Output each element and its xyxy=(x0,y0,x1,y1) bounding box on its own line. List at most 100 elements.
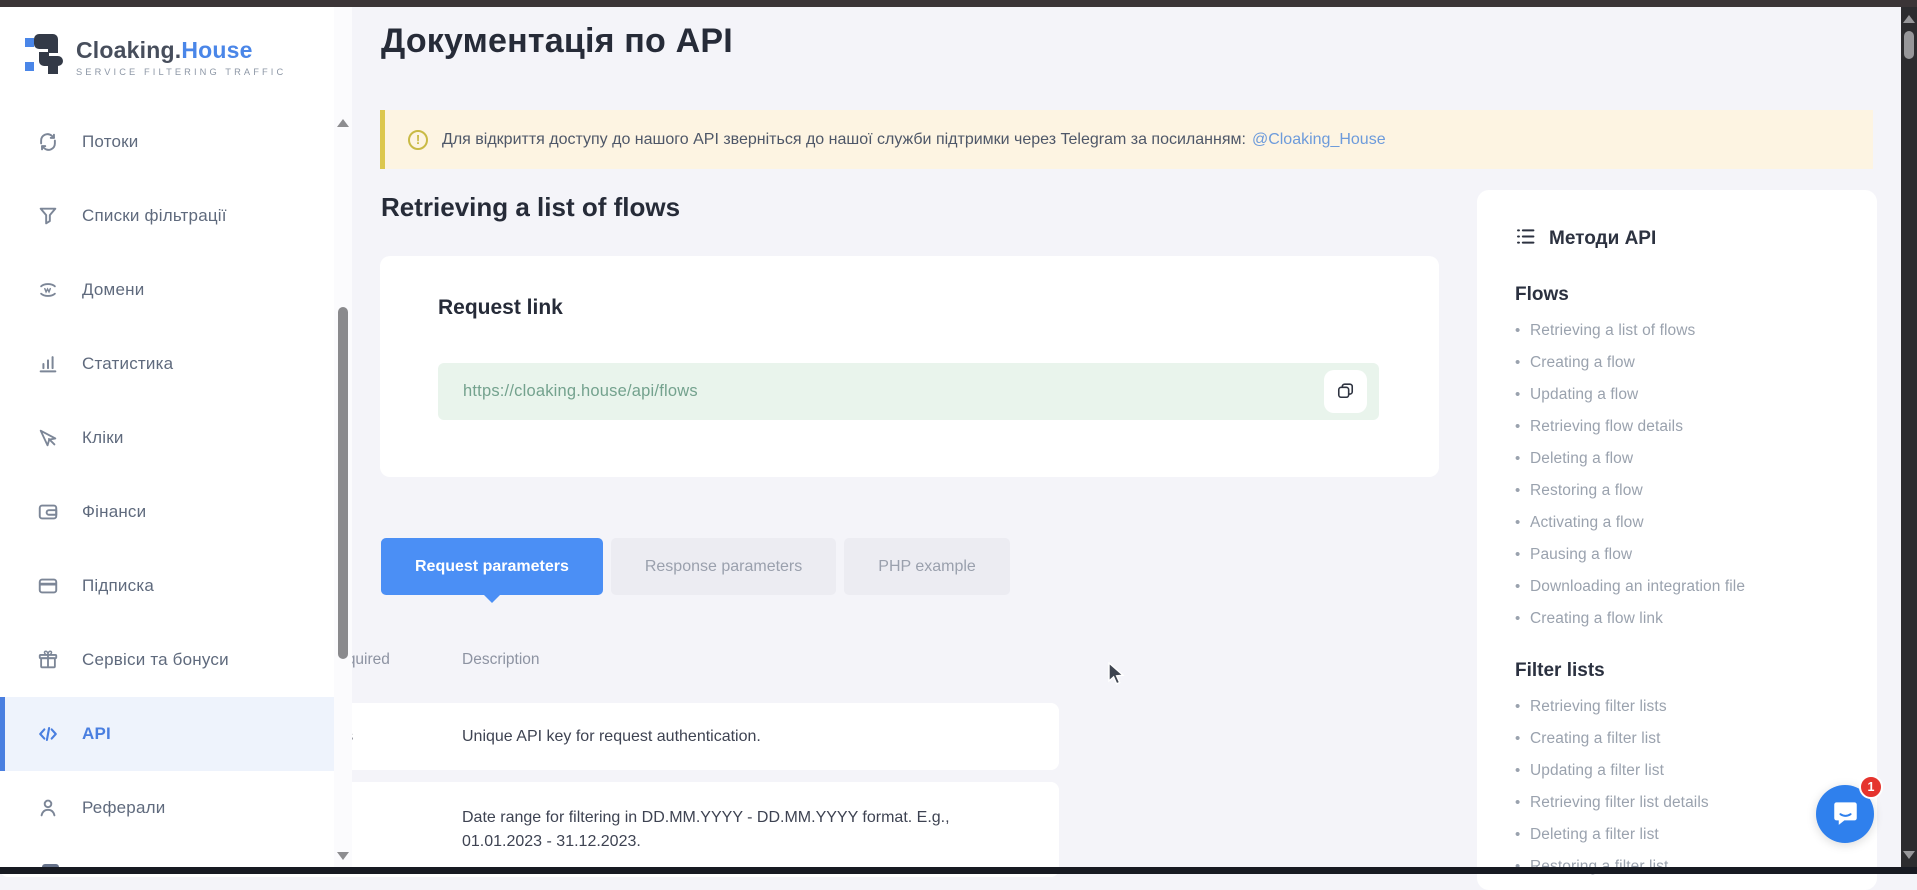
methods-sections: Flows•Retrieving a list of flows•Creatin… xyxy=(1515,284,1847,876)
method-link-item[interactable]: •Retrieving filter list details xyxy=(1515,794,1847,812)
scroll-down-arrow-icon[interactable] xyxy=(1903,851,1915,859)
logo-text: Cloaking.House SERVICE FILTERING TRAFFIC xyxy=(76,37,286,77)
bullet-icon: • xyxy=(1515,482,1530,500)
method-link-item[interactable]: •Retrieving flow details xyxy=(1515,418,1847,436)
sidebar-item-filter-lists[interactable]: Списки фільтрації xyxy=(0,179,334,253)
sidebar-item-subscription[interactable]: Підписка xyxy=(0,549,334,623)
sidebar-item-api[interactable]: API xyxy=(0,697,334,771)
user-icon xyxy=(37,797,59,819)
bullet-icon: • xyxy=(1515,418,1530,436)
method-link-label: Creating a flow xyxy=(1530,354,1635,372)
methods-section-title: Filter lists xyxy=(1515,660,1847,682)
request-url-field[interactable]: https://cloaking.house/api/flows xyxy=(438,363,1379,420)
method-link-item[interactable]: •Deleting a flow xyxy=(1515,450,1847,468)
sidebar-scroll-down-arrow-icon[interactable] xyxy=(337,852,349,860)
method-link-item[interactable]: •Retrieving a list of flows xyxy=(1515,322,1847,340)
method-link-label: Retrieving flow details xyxy=(1530,418,1683,436)
tab-response-parameters[interactable]: Response parameters xyxy=(611,538,836,595)
bullet-icon: • xyxy=(1515,762,1530,780)
sidebar-item-label: Сервіси та бонуси xyxy=(82,650,229,670)
sidebar-item-label: Домени xyxy=(82,280,144,300)
column-header: Description xyxy=(462,651,1059,669)
sidebar-item-label: Реферали xyxy=(82,798,165,818)
app-root: { "sidebar": { "logo": { "brand_primary"… xyxy=(0,0,1917,874)
globe-icon xyxy=(37,279,59,301)
tab-php-example[interactable]: PHP example xyxy=(844,538,1010,595)
code-icon xyxy=(37,723,59,745)
cell-description: Unique API key for request authenticatio… xyxy=(462,725,982,749)
bullet-icon: • xyxy=(1515,546,1530,564)
logo[interactable]: Cloaking.House SERVICE FILTERING TRAFFIC xyxy=(24,31,286,82)
info-banner: ! Для відкриття доступу до нашого API зв… xyxy=(380,110,1873,169)
method-link-item[interactable]: •Creating a flow xyxy=(1515,354,1847,372)
tab-request-parameters[interactable]: Request parameters xyxy=(381,538,603,595)
method-link-item[interactable]: •Updating a flow xyxy=(1515,386,1847,404)
cursor-icon xyxy=(37,427,59,449)
sidebar-scroll-up-arrow-icon[interactable] xyxy=(337,119,349,127)
method-link-item[interactable]: •Retrieving filter lists xyxy=(1515,698,1847,716)
sidebar-item-label: Списки фільтрації xyxy=(82,206,227,226)
method-link-item[interactable]: •Updating a filter list xyxy=(1515,762,1847,780)
sidebar-item-clicks[interactable]: Кліки xyxy=(0,401,334,475)
methods-panel-header: Методи API xyxy=(1515,226,1847,252)
copy-icon xyxy=(1336,381,1355,403)
request-url-text: https://cloaking.house/api/flows xyxy=(463,382,698,401)
sidebar-item-finance[interactable]: Фінанси xyxy=(0,475,334,549)
request-link-card: Request link https://cloaking.house/api/… xyxy=(380,256,1439,477)
bullet-icon: • xyxy=(1515,610,1530,628)
page-scrollbar[interactable] xyxy=(1901,7,1917,867)
sidebar-item-flows[interactable]: Потоки xyxy=(0,105,334,179)
methods-panel-title: Методи API xyxy=(1549,228,1656,250)
mouse-cursor xyxy=(1106,662,1128,691)
card-icon xyxy=(37,575,59,597)
method-link-label: Restoring a flow xyxy=(1530,482,1643,500)
filter-icon xyxy=(37,205,59,227)
bullet-icon: • xyxy=(1515,794,1530,812)
brand-accent: House xyxy=(181,37,252,63)
bullet-icon: • xyxy=(1515,578,1530,596)
request-link-title: Request link xyxy=(438,296,563,320)
bullet-icon: • xyxy=(1515,354,1530,372)
method-link-label: Downloading an integration file xyxy=(1530,578,1745,596)
banner-text: Для відкриття доступу до нашого API звер… xyxy=(442,131,1386,149)
page-scrollbar-thumb[interactable] xyxy=(1904,31,1914,59)
bar-chart-icon xyxy=(37,353,59,375)
chat-badge: 1 xyxy=(1859,775,1883,799)
telegram-link[interactable]: @Cloaking_House xyxy=(1252,131,1386,148)
sidebar-item-statistics[interactable]: Статистика xyxy=(0,327,334,401)
method-link-item[interactable]: •Creating a filter list xyxy=(1515,730,1847,748)
method-link-label: Updating a flow xyxy=(1530,386,1638,404)
tabs: Request parametersResponse parametersPHP… xyxy=(381,538,1010,595)
sidebar: Cloaking.House SERVICE FILTERING TRAFFIC… xyxy=(0,7,352,867)
sidebar-item-referrals[interactable]: Реферали xyxy=(0,771,334,845)
method-link-label: Creating a flow link xyxy=(1530,610,1663,628)
method-link-item[interactable]: •Restoring a flow xyxy=(1515,482,1847,500)
scroll-up-arrow-icon[interactable] xyxy=(1903,15,1915,23)
window-top-edge xyxy=(0,0,1917,7)
logo-mark-icon xyxy=(24,31,64,82)
method-link-label: Creating a filter list xyxy=(1530,730,1661,748)
method-link-item[interactable]: •Pausing a flow xyxy=(1515,546,1847,564)
method-link-item[interactable]: •Downloading an integration file xyxy=(1515,578,1847,596)
sidebar-scrollbar[interactable] xyxy=(334,7,352,867)
bullet-icon: • xyxy=(1515,730,1530,748)
method-link-label: Updating a filter list xyxy=(1530,762,1664,780)
bullet-icon: • xyxy=(1515,698,1530,716)
list-icon xyxy=(1515,226,1536,252)
sync-icon xyxy=(37,131,59,153)
sidebar-item-label: Кліки xyxy=(82,428,124,448)
method-link-label: Deleting a filter list xyxy=(1530,826,1659,844)
copy-button[interactable] xyxy=(1324,370,1367,413)
sidebar-item-label: Підписка xyxy=(82,576,154,596)
method-link-item[interactable]: •Creating a flow link xyxy=(1515,610,1847,628)
sidebar-nav: Потоки Списки фільтрації Домени Статистика К… xyxy=(0,105,334,845)
page-title: Документація по API xyxy=(381,22,733,61)
sidebar-item-domains[interactable]: Домени xyxy=(0,253,334,327)
method-link-item[interactable]: •Activating a flow xyxy=(1515,514,1847,532)
sidebar-item-services[interactable]: Сервіси та бонуси xyxy=(0,623,334,697)
methods-section-title: Flows xyxy=(1515,284,1847,306)
bullet-icon: • xyxy=(1515,386,1530,404)
sidebar-scrollbar-thumb[interactable] xyxy=(338,307,348,659)
method-link-item[interactable]: •Deleting a filter list xyxy=(1515,826,1847,844)
method-link-label: Deleting a flow xyxy=(1530,450,1633,468)
